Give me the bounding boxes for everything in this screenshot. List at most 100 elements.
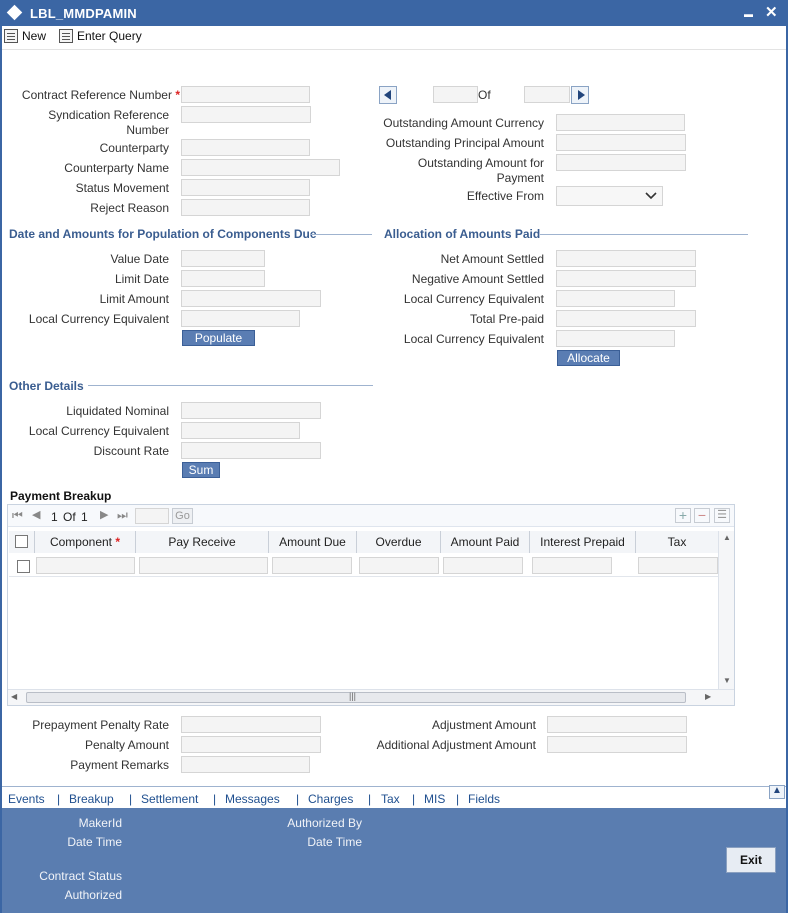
cd-lce-field[interactable] <box>181 310 300 327</box>
tab-separator: | <box>412 792 416 806</box>
counterparty-name-field[interactable] <box>181 159 340 176</box>
tax-cell[interactable] <box>638 557 718 574</box>
amount-paid-cell[interactable] <box>443 557 523 574</box>
amount-due-cell[interactable] <box>272 557 352 574</box>
tab-separator: | <box>213 792 217 806</box>
page-of-label: Of <box>63 510 76 524</box>
counterparty-label: Counterparty <box>99 141 169 155</box>
penalty-amount-field[interactable] <box>181 736 321 753</box>
next-record-button[interactable] <box>571 86 589 104</box>
limit-amount-field[interactable] <box>181 290 321 307</box>
tab-mis[interactable]: MIS <box>424 792 445 806</box>
limit-date-field[interactable] <box>181 270 265 287</box>
tab-tax[interactable]: Tax <box>381 792 400 806</box>
alloc-lce-field[interactable] <box>556 290 675 307</box>
prev-page-icon[interactable]: ◀ <box>32 508 40 521</box>
col-tax: Tax <box>636 531 718 553</box>
negative-amount-field[interactable] <box>556 270 696 287</box>
date-time-label: Date Time <box>67 835 122 849</box>
adjustment-amount-field[interactable] <box>547 716 687 733</box>
go-button[interactable]: Go <box>172 508 193 524</box>
page-number-input[interactable] <box>135 508 169 524</box>
adjustment-amount-label: Adjustment Amount <box>431 718 536 732</box>
delete-row-icon[interactable]: − <box>694 508 710 523</box>
additional-adjustment-field[interactable] <box>547 736 687 753</box>
net-amount-field[interactable] <box>556 250 696 267</box>
collapse-toolbar-button[interactable]: ▲ <box>769 785 785 799</box>
new-doc-icon <box>4 29 18 43</box>
vertical-scrollbar[interactable]: ▲ ▼ <box>718 531 734 689</box>
total-records-field[interactable] <box>524 86 570 103</box>
col-amount-paid: Amount Paid <box>441 531 530 553</box>
total-prepaid-field[interactable] <box>556 310 696 327</box>
scroll-thumb[interactable]: ||| <box>26 691 686 703</box>
counterparty-field[interactable] <box>181 139 310 156</box>
date-time2-label: Date Time <box>307 835 362 849</box>
pay-receive-cell[interactable] <box>139 557 268 574</box>
section-divider <box>540 234 748 235</box>
minimize-icon[interactable]: ▬ <box>744 9 753 19</box>
tab-charges[interactable]: Charges <box>308 792 353 806</box>
last-page-icon[interactable]: ⏭ <box>117 508 128 523</box>
net-amount-label: Net Amount Settled <box>440 252 544 266</box>
add-row-icon[interactable]: + <box>675 508 691 523</box>
prepayment-penalty-rate-field[interactable] <box>181 716 321 733</box>
liquidated-nominal-field[interactable] <box>181 402 321 419</box>
contract-ref-field[interactable] <box>181 86 310 103</box>
tab-messages[interactable]: Messages <box>225 792 280 806</box>
component-cell[interactable] <box>36 557 135 574</box>
sum-button[interactable]: Sum <box>182 462 220 478</box>
collapse-up-icon: ▲ <box>772 785 782 796</box>
populate-button[interactable]: Populate <box>182 330 255 346</box>
close-icon[interactable]: ✕ <box>765 3 778 21</box>
current-record-field[interactable] <box>433 86 478 103</box>
value-date-field[interactable] <box>181 250 265 267</box>
horizontal-scrollbar[interactable]: ◀ ||| ▶ <box>8 689 734 705</box>
other-lce-field[interactable] <box>181 422 300 439</box>
tab-events[interactable]: Events <box>8 792 45 806</box>
alloc-lce2-field[interactable] <box>556 330 675 347</box>
exit-button[interactable]: Exit <box>726 847 776 873</box>
payment-remarks-field[interactable] <box>181 756 310 773</box>
outstanding-currency-field[interactable] <box>556 114 685 131</box>
select-all-checkbox[interactable] <box>15 535 28 548</box>
single-view-icon[interactable]: ☰ <box>714 508 730 523</box>
reject-reason-label: Reject Reason <box>90 201 169 215</box>
tab-fields[interactable]: Fields <box>468 792 500 806</box>
outstanding-principal-field[interactable] <box>556 134 686 151</box>
scroll-left-icon[interactable]: ◀ <box>11 692 17 701</box>
toolbar: New Enter Query <box>2 26 786 50</box>
syndication-ref-field[interactable] <box>181 106 311 123</box>
enter-query-button[interactable]: Enter Query <box>59 29 142 43</box>
page-total: 1 <box>81 510 88 524</box>
col-pay-receive: Pay Receive <box>136 531 269 553</box>
row-checkbox[interactable] <box>17 560 30 573</box>
alloc-lce-label: Local Currency Equivalent <box>403 292 544 306</box>
query-icon <box>59 29 73 43</box>
scroll-up-icon[interactable]: ▲ <box>723 533 731 542</box>
limit-date-label: Limit Date <box>114 272 169 286</box>
effective-from-select[interactable] <box>556 186 663 206</box>
overdue-cell[interactable] <box>359 557 439 574</box>
allocate-button[interactable]: Allocate <box>557 350 620 366</box>
new-button[interactable]: New <box>4 29 46 43</box>
interest-prepaid-cell[interactable] <box>532 557 612 574</box>
prev-record-button[interactable] <box>379 86 397 104</box>
syndication-ref-label: Syndication Reference Number <box>48 108 169 137</box>
components-due-section-title: Date and Amounts for Population of Compo… <box>9 227 317 241</box>
outstanding-payment-field[interactable] <box>556 154 686 171</box>
scroll-right-icon[interactable]: ▶ <box>705 692 711 701</box>
discount-rate-field[interactable] <box>181 442 321 459</box>
first-page-icon[interactable]: ⏮ <box>12 508 23 523</box>
next-page-icon[interactable]: ▶ <box>100 508 108 521</box>
tab-settlement[interactable]: Settlement <box>141 792 198 806</box>
limit-amount-label: Limit Amount <box>99 292 169 306</box>
scroll-down-icon[interactable]: ▼ <box>723 676 731 685</box>
tab-separator: | <box>456 792 460 806</box>
tab-breakup[interactable]: Breakup <box>69 792 114 806</box>
status-movement-field[interactable] <box>181 179 310 196</box>
page-current: 1 <box>51 510 58 524</box>
other-details-section-title: Other Details <box>9 379 84 393</box>
col-amount-due: Amount Due <box>269 531 357 553</box>
reject-reason-field[interactable] <box>181 199 310 216</box>
